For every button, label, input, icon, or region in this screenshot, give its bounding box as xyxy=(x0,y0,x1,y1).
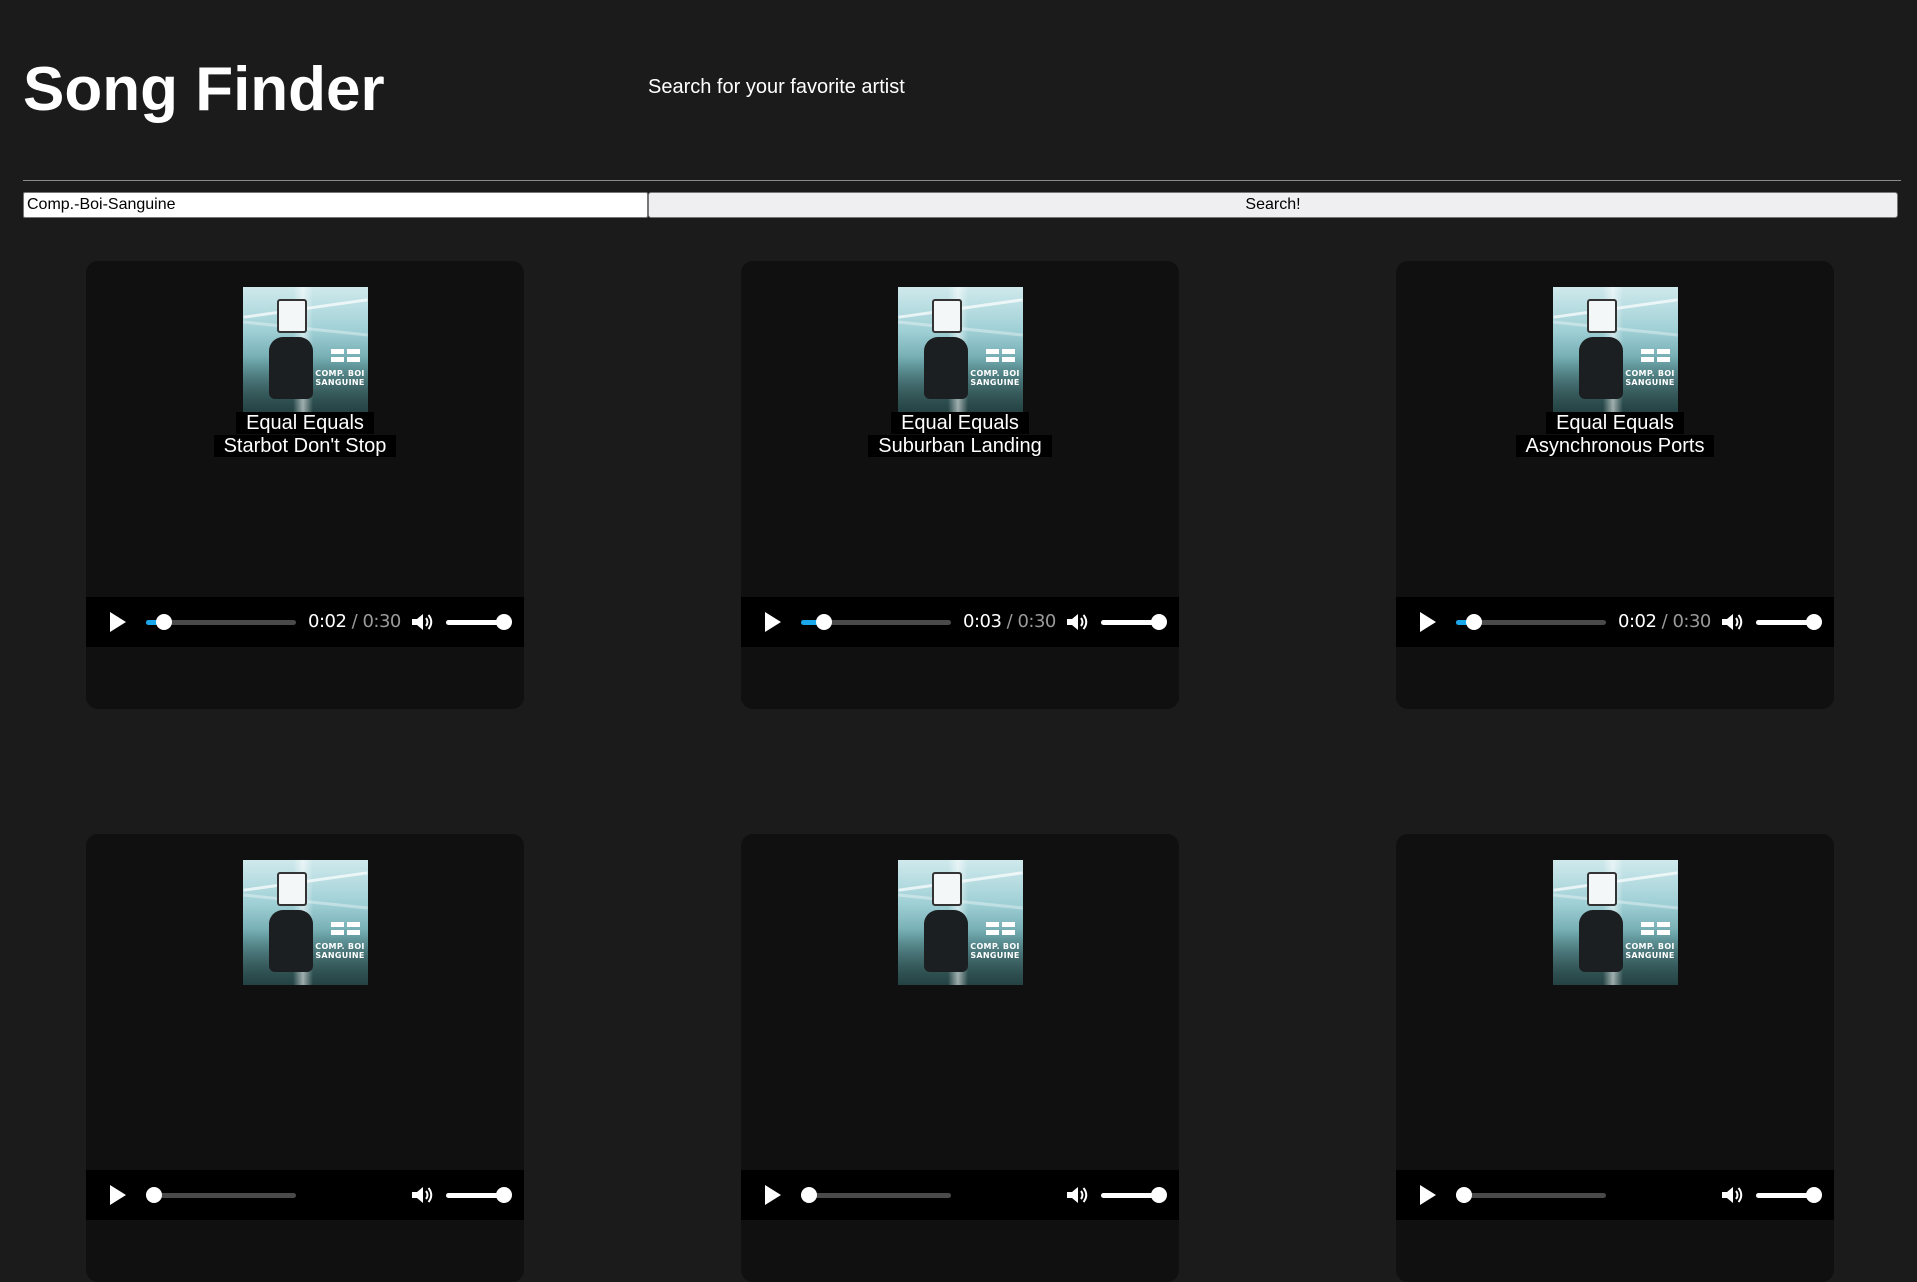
song-card: COMP. BOI SANGUINE xyxy=(741,834,1179,1282)
artist-search-input[interactable] xyxy=(23,192,648,218)
song-title: Starbot Don't Stop xyxy=(213,435,397,457)
volume-slider[interactable] xyxy=(1101,1187,1167,1203)
audio-player xyxy=(86,1170,524,1220)
song-album: Equal Equals xyxy=(236,412,374,434)
seek-slider[interactable] xyxy=(801,614,951,630)
seek-slider[interactable] xyxy=(801,1187,951,1203)
audio-player xyxy=(1396,1170,1834,1220)
album-cover-image: COMP. BOI SANGUINE xyxy=(243,287,368,412)
playback-time: 0:03 / 0:30 xyxy=(963,611,1056,633)
seek-handle[interactable] xyxy=(146,1187,162,1203)
song-album: Equal Equals xyxy=(1546,412,1684,434)
volume-slider[interactable] xyxy=(1756,614,1822,630)
volume-icon[interactable] xyxy=(1065,1184,1089,1206)
album-cover-text: COMP. BOI SANGUINE xyxy=(1625,942,1675,960)
seek-slider[interactable] xyxy=(1456,614,1606,630)
album-cover-image: COMP. BOI SANGUINE xyxy=(1553,287,1678,412)
seek-slider[interactable] xyxy=(1456,1187,1606,1203)
album-cover-text: COMP. BOI SANGUINE xyxy=(970,942,1020,960)
album-cover-image: COMP. BOI SANGUINE xyxy=(898,287,1023,412)
play-icon[interactable] xyxy=(765,1185,781,1205)
volume-icon[interactable] xyxy=(410,1184,434,1206)
playback-time: 0:02 / 0:30 xyxy=(1618,611,1711,633)
album-cover-text: COMP. BOI SANGUINE xyxy=(315,369,365,387)
seek-handle[interactable] xyxy=(1466,614,1482,630)
album-cover-text: COMP. BOI SANGUINE xyxy=(970,369,1020,387)
album-cover-text: COMP. BOI SANGUINE xyxy=(315,942,365,960)
current-time: 0:02 xyxy=(1618,611,1657,632)
song-card: COMP. BOI SANGUINE Equal Equals Starbot … xyxy=(86,261,524,709)
play-icon[interactable] xyxy=(110,1185,126,1205)
album-cover-image: COMP. BOI SANGUINE xyxy=(243,860,368,985)
seek-slider[interactable] xyxy=(146,1187,296,1203)
play-icon[interactable] xyxy=(765,612,781,632)
song-card: COMP. BOI SANGUINE Equal Equals Asynchro… xyxy=(1396,261,1834,709)
song-card: COMP. BOI SANGUINE xyxy=(86,834,524,1282)
volume-icon[interactable] xyxy=(1720,1184,1744,1206)
song-album: Equal Equals xyxy=(891,412,1029,434)
duration-time: 0:30 xyxy=(1672,611,1711,632)
volume-slider[interactable] xyxy=(1756,1187,1822,1203)
volume-slider[interactable] xyxy=(1101,614,1167,630)
header-divider xyxy=(23,180,1901,181)
volume-handle[interactable] xyxy=(496,1187,512,1203)
time-separator: / xyxy=(351,611,363,632)
seek-handle[interactable] xyxy=(156,614,172,630)
audio-player: 0:02 / 0:30 xyxy=(1396,597,1834,647)
song-title: Asynchronous Ports xyxy=(1515,435,1715,457)
duration-time: 0:30 xyxy=(362,611,401,632)
duration-time: 0:30 xyxy=(1017,611,1056,632)
audio-player: 0:02 / 0:30 xyxy=(86,597,524,647)
current-time: 0:03 xyxy=(963,611,1002,632)
volume-slider[interactable] xyxy=(446,1187,512,1203)
play-icon[interactable] xyxy=(1420,1185,1436,1205)
page-title: Song Finder xyxy=(23,55,385,124)
album-cover-text: COMP. BOI SANGUINE xyxy=(1625,369,1675,387)
volume-icon[interactable] xyxy=(1720,611,1744,633)
audio-player xyxy=(741,1170,1179,1220)
volume-handle[interactable] xyxy=(1151,614,1167,630)
song-card: COMP. BOI SANGUINE xyxy=(1396,834,1834,1282)
seek-handle[interactable] xyxy=(801,1187,817,1203)
volume-handle[interactable] xyxy=(1806,614,1822,630)
playback-time: 0:02 / 0:30 xyxy=(308,611,401,633)
volume-handle[interactable] xyxy=(1151,1187,1167,1203)
volume-icon[interactable] xyxy=(410,611,434,633)
album-cover-image: COMP. BOI SANGUINE xyxy=(1553,860,1678,985)
volume-handle[interactable] xyxy=(1806,1187,1822,1203)
volume-handle[interactable] xyxy=(496,614,512,630)
seek-handle[interactable] xyxy=(1456,1187,1472,1203)
song-card: COMP. BOI SANGUINE Equal Equals Suburban… xyxy=(741,261,1179,709)
time-separator: / xyxy=(1661,611,1673,632)
play-icon[interactable] xyxy=(110,612,126,632)
volume-slider[interactable] xyxy=(446,614,512,630)
volume-icon[interactable] xyxy=(1065,611,1089,633)
seek-slider[interactable] xyxy=(146,614,296,630)
time-separator: / xyxy=(1006,611,1018,632)
play-icon[interactable] xyxy=(1420,612,1436,632)
song-title: Suburban Landing xyxy=(868,435,1052,457)
page-subtitle: Search for your favorite artist xyxy=(648,76,905,98)
seek-handle[interactable] xyxy=(816,614,832,630)
search-button[interactable]: Search! xyxy=(648,192,1898,218)
current-time: 0:02 xyxy=(308,611,347,632)
album-cover-image: COMP. BOI SANGUINE xyxy=(898,860,1023,985)
audio-player: 0:03 / 0:30 xyxy=(741,597,1179,647)
